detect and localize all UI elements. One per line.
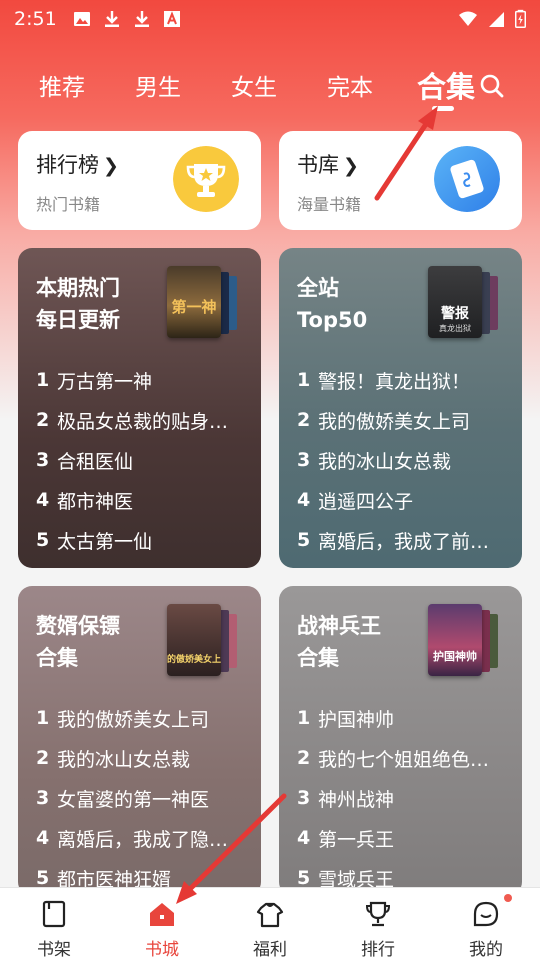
list-item[interactable]: 2 我的傲娇美女上司 xyxy=(297,400,512,440)
trophy-icon xyxy=(173,146,239,212)
ranking-card-subtitle: 热门书籍 xyxy=(36,195,101,214)
library-card-subtitle: 海量书籍 xyxy=(297,195,362,214)
nav-bookstore[interactable]: 书城 xyxy=(108,888,216,960)
list-item[interactable]: 5 离婚后，我成了前… xyxy=(297,520,512,560)
book-cover: 我的傲娇美女上司 xyxy=(158,604,230,676)
list-item[interactable]: 4 第一兵王 xyxy=(297,818,512,858)
list-item[interactable]: 4 离婚后，我成了隐… xyxy=(36,818,251,858)
list-item[interactable]: 3 我的冰山女总裁 xyxy=(297,440,512,480)
list-item[interactable]: 3 女富婆的第一神医 xyxy=(36,778,251,818)
list-item[interactable]: 1 万古第一神 xyxy=(36,360,251,400)
book-cover-stack: 第一神 xyxy=(167,266,237,338)
book-list: 1 我的傲娇美女上司 2 我的冰山女总裁 3 女富婆的第一神医 4 离婚后，我成了隐… … xyxy=(36,698,251,896)
active-tab-indicator xyxy=(432,106,454,111)
status-time: 2:51 xyxy=(14,8,57,30)
notification-icons xyxy=(73,10,181,28)
book-cover-stack: 我的傲娇美女上司 xyxy=(158,604,237,676)
download-icon xyxy=(104,11,119,27)
tab-completed[interactable]: 完本 xyxy=(327,68,373,102)
download-icon xyxy=(134,11,149,27)
collection-card-son-in-law[interactable]: 赘婿保镖合集 我的傲娇美女上司 1我的傲娇美女上司 2我的冰山女总裁 3女富婆的… xyxy=(18,586,261,896)
collection-title: 全站 Top50 xyxy=(297,276,368,332)
svg-text:我的傲娇美女上司: 我的傲娇美女上司 xyxy=(167,653,221,665)
tab-collections[interactable]: 合集 xyxy=(417,64,475,106)
list-item[interactable]: 3 合租医仙 xyxy=(36,440,251,480)
book-list: 1 万古第一神 2 极品女总裁的贴身… 3 合租医仙 4 都市神医 5 太古第一仙 xyxy=(36,360,251,560)
svg-text:第一神: 第一神 xyxy=(171,298,216,316)
book-cover-stack: 护国神帅 xyxy=(428,604,498,676)
library-card[interactable]: 书库 ❯ 海量书籍 xyxy=(279,131,522,230)
list-item[interactable]: 5 太古第一仙 xyxy=(36,520,251,560)
list-item[interactable]: 2 极品女总裁的贴身… xyxy=(36,400,251,440)
chevron-right-icon: ❯ xyxy=(343,155,359,177)
chevron-right-icon: ❯ xyxy=(103,155,119,177)
trophy-icon xyxy=(365,901,391,927)
battery-icon xyxy=(515,9,526,28)
book-cover-stack: 警报 真龙出狱 xyxy=(428,266,498,338)
book-cover: 护国神帅 xyxy=(428,604,482,676)
svg-text:真龙出狱: 真龙出狱 xyxy=(439,323,471,333)
nav-welfare[interactable]: 福利 xyxy=(216,888,324,960)
nav-ranking[interactable]: 排行 xyxy=(324,888,432,960)
collection-card-war-god[interactable]: 战神兵王 合集 护国神帅 1 护国神帅 2 我的七个姐姐绝色… 3 神州战神 4 第一兵王… xyxy=(279,586,522,896)
bookshelf-icon xyxy=(42,900,66,928)
collection-title: 本期热门 每日更新 xyxy=(36,276,120,332)
list-item[interactable]: 4 都市神医 xyxy=(36,480,251,520)
book-list: 1 护国神帅 2 我的七个姐姐绝色… 3 神州战神 4 第一兵王 5 雪域兵王 xyxy=(297,698,512,896)
status-bar: 2:51 xyxy=(0,0,540,38)
system-icons xyxy=(459,9,526,29)
profile-icon xyxy=(473,901,499,927)
svg-text:警报: 警报 xyxy=(441,305,469,322)
ranking-card[interactable]: 排行榜 ❯ 热门书籍 xyxy=(18,131,261,230)
collection-card-hot[interactable]: 本期热门 每日更新 第一神 1 万古第一神 2 极品女总裁的贴身… 3 合租医仙 4 都市… xyxy=(18,248,261,568)
list-item[interactable]: 2 我的冰山女总裁 xyxy=(36,738,251,778)
collection-card-top50[interactable]: 全站 Top50 警报 真龙出狱 1 警报！真龙出狱！ 2 我的傲娇美女上司 3 我的冰… xyxy=(279,248,522,568)
tab-recommend[interactable]: 推荐 xyxy=(39,68,85,102)
tab-female[interactable]: 女生 xyxy=(231,68,277,102)
book-icon xyxy=(434,146,500,212)
search-icon[interactable] xyxy=(478,72,506,100)
wifi-icon xyxy=(459,11,477,26)
home-icon xyxy=(150,903,174,926)
notification-badge xyxy=(504,894,512,902)
list-item[interactable]: 1 警报！真龙出狱！ xyxy=(297,360,512,400)
bottom-nav: 书架 书城 福利 排行 我的 xyxy=(0,887,540,960)
list-item[interactable]: 2 我的七个姐姐绝色… xyxy=(297,738,512,778)
collection-title: 赘婿保镖 合集 xyxy=(36,614,120,670)
svg-text:护国神帅: 护国神帅 xyxy=(433,649,477,663)
book-list: 1 警报！真龙出狱！ 2 我的傲娇美女上司 3 我的冰山女总裁 4 逍遥四公子 5 离婚后… xyxy=(297,360,512,560)
book-cover: 警报 真龙出狱 xyxy=(428,266,482,338)
category-tabs: 推荐 男生 女生 完本 合集 xyxy=(0,58,540,114)
nav-bookshelf[interactable]: 书架 xyxy=(0,888,108,960)
list-item[interactable]: 1 我的傲娇美女上司 xyxy=(36,698,251,738)
font-icon xyxy=(163,11,180,27)
book-cover: 第一神 xyxy=(167,266,221,338)
image-icon xyxy=(73,12,90,26)
tab-male[interactable]: 男生 xyxy=(135,68,181,102)
signal-icon xyxy=(489,12,504,27)
list-item[interactable]: 1 护国神帅 xyxy=(297,698,512,738)
gift-shirt-icon xyxy=(256,902,284,928)
library-card-title: 书库 ❯ xyxy=(297,153,359,177)
collection-title: 战神兵王 合集 xyxy=(297,614,381,670)
list-item[interactable]: 4 逍遥四公子 xyxy=(297,480,512,520)
nav-profile[interactable]: 我的 xyxy=(432,888,540,960)
ranking-card-title: 排行榜 ❯ xyxy=(36,153,119,177)
list-item[interactable]: 3 神州战神 xyxy=(297,778,512,818)
